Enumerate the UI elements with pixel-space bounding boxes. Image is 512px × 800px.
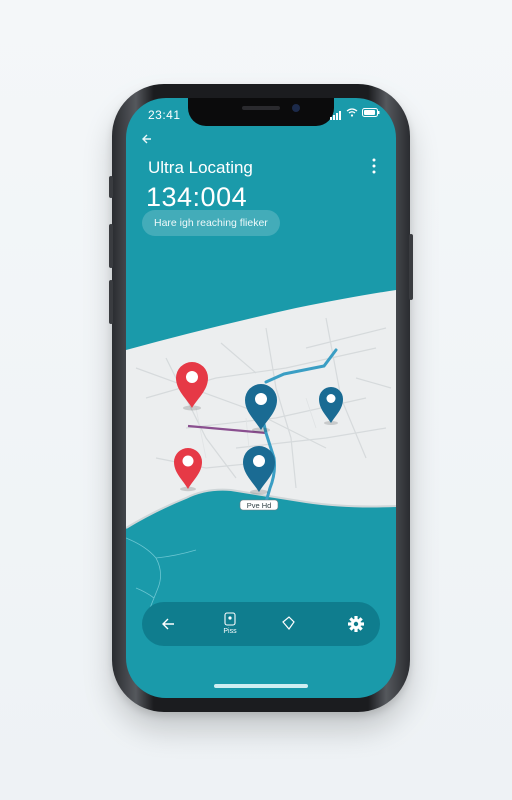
nav-lock-label: Piss [223,628,237,635]
power-button [409,234,413,300]
status-time: 23:41 [148,108,181,122]
back-arrow-icon [162,618,174,630]
volume-down-button [109,280,113,324]
home-indicator[interactable] [214,684,308,688]
status-pill[interactable]: Hare igh reaching flieker [142,210,280,236]
notch [188,98,334,126]
side-button [109,176,113,198]
gear-icon [348,616,364,632]
screen: 23:41 Ultra Locating 134:004 Hare igh re… [126,98,396,698]
back-arrow-icon[interactable] [140,132,152,150]
nav-back-button[interactable] [148,602,188,646]
coastline [126,537,197,608]
more-options-icon[interactable] [372,158,376,174]
front-camera [292,104,300,112]
map[interactable]: Pve Hd [126,288,396,608]
road-label: Pve Hd [247,501,272,510]
location-number: 134:004 [146,182,248,212]
bottom-nav: Piss [142,602,380,646]
battery-icon [362,108,380,120]
lock-icon [224,612,236,626]
signal-icon [330,109,342,120]
phone-frame: 23:41 Ultra Locating 134:004 Hare igh re… [109,84,413,712]
nav-settings-button[interactable] [336,602,376,646]
nav-lock-button[interactable]: Piss [206,602,254,646]
page-title: Ultra Locating [148,158,253,177]
speaker [242,106,280,110]
status-icons [330,108,380,120]
tag-icon [282,616,295,630]
wifi-icon [346,108,358,120]
volume-up-button [109,224,113,268]
nav-tag-button[interactable] [268,602,308,646]
